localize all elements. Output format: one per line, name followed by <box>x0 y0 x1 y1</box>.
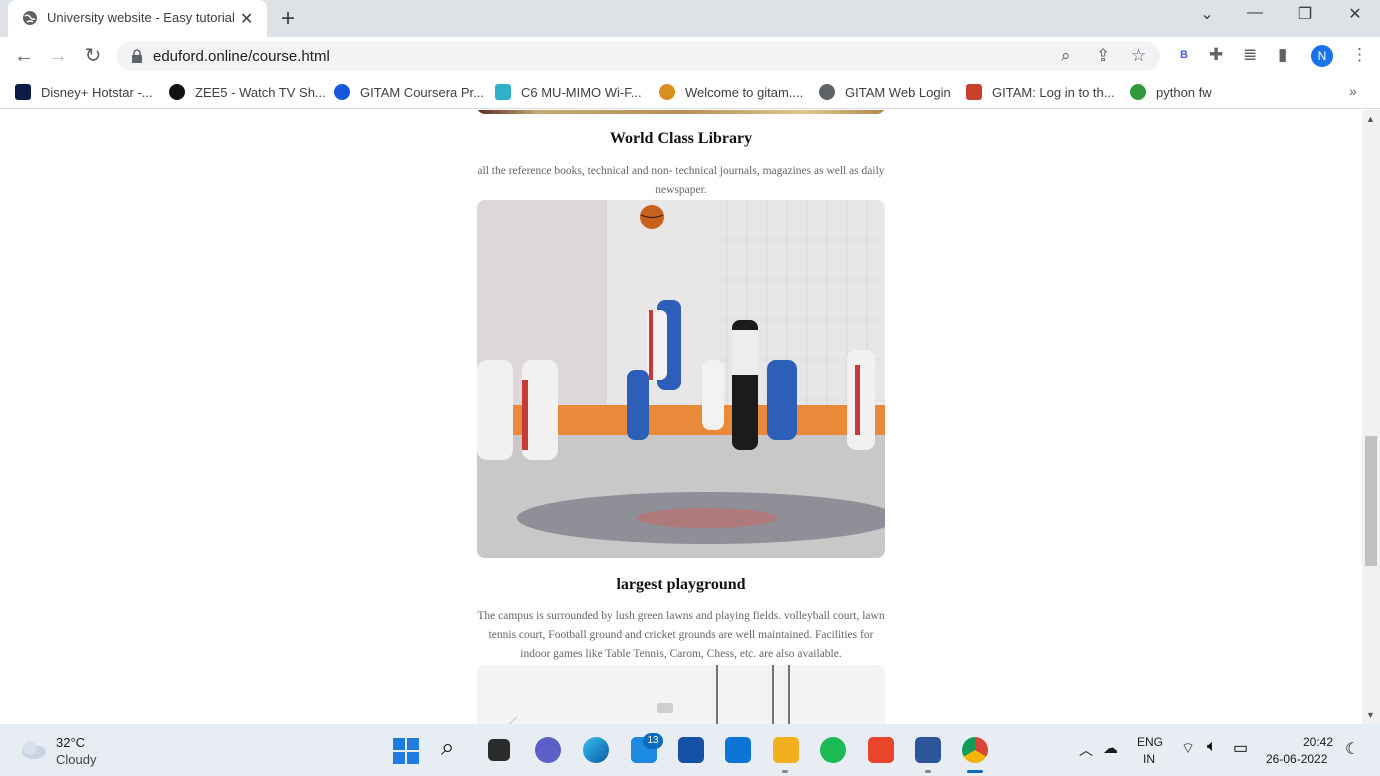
more-bookmarks-icon[interactable]: » <box>1349 83 1357 99</box>
hotstar-icon <box>15 84 31 100</box>
spiral-icon <box>1130 84 1146 100</box>
side-panel-icon[interactable]: ▮ <box>1278 45 1287 65</box>
browser-tab[interactable]: University website - Easy tutorial ✕ <box>8 0 267 37</box>
tab-strip: University website - Easy tutorial ✕ + ⌄… <box>0 0 1380 37</box>
library-image <box>477 110 885 114</box>
minimize-button[interactable]: — <box>1240 4 1270 22</box>
extension-b-icon[interactable]: B <box>1180 49 1188 61</box>
bookmark-label: Disney+ Hotstar -... <box>41 84 153 100</box>
url-text: eduford.online/course.html <box>153 48 330 65</box>
profile-avatar[interactable]: N <box>1311 45 1333 67</box>
globe-icon <box>23 11 37 25</box>
bookmark-gitam-coursera[interactable]: GITAM Coursera Pr... <box>334 82 484 102</box>
clock-date[interactable]: 26-06-2022 <box>1266 752 1327 766</box>
bookmark-c6-mumimo[interactable]: C6 MU-MIMO Wi-F... <box>495 82 642 102</box>
media-control-icon[interactable]: ≣ <box>1243 45 1257 65</box>
bookmark-gitam-web-login[interactable]: GITAM Web Login <box>819 82 951 102</box>
bookmark-label: GITAM: Log in to th... <box>992 84 1115 100</box>
bookmark-gitam-log-in[interactable]: GITAM: Log in to th... <box>966 82 1115 102</box>
coursera-icon <box>334 84 350 100</box>
close-window-button[interactable]: ✕ <box>1340 4 1370 24</box>
weather-condition: Cloudy <box>56 752 97 767</box>
tab-search-icon[interactable]: ⌄ <box>1192 4 1222 24</box>
onedrive-icon[interactable]: ☁ <box>1103 739 1118 757</box>
store-icon[interactable] <box>725 737 751 763</box>
search-icon[interactable]: ⌕ <box>441 734 454 762</box>
bookmark-label: GITAM Coursera Pr... <box>360 84 485 100</box>
globe-icon <box>819 84 835 100</box>
bookmarks-bar: Disney+ Hotstar -... ZEE5 - Watch TV Sh.… <box>0 75 1380 109</box>
volume-icon[interactable]: 🔈︎ <box>1207 738 1217 756</box>
scroll-down-icon[interactable]: ▼ <box>1366 710 1375 720</box>
new-tab-button[interactable]: + <box>281 5 295 33</box>
scroll-up-icon[interactable]: ▲ <box>1366 114 1375 124</box>
spotify-icon[interactable] <box>820 737 846 763</box>
page-viewport: World Class Library all the reference bo… <box>0 110 1362 724</box>
wifi-router-icon <box>495 84 511 100</box>
playground-title: largest playground <box>616 576 746 593</box>
zoom-icon[interactable]: ⌕ <box>1061 46 1071 66</box>
weather-temperature: 32°C <box>56 735 86 750</box>
language-top[interactable]: ENG <box>1137 735 1163 749</box>
reload-icon[interactable]: ↻ <box>81 45 105 67</box>
windows-start-icon[interactable] <box>393 738 419 764</box>
language-bottom[interactable]: IN <box>1143 752 1155 766</box>
indoor-room-scene <box>477 665 885 724</box>
browser-toolbar: ← → ↻ eduford.online/course.html ⌕ ⇪ ☆ B… <box>0 37 1380 75</box>
file-explorer-icon[interactable] <box>773 737 799 763</box>
task-view-icon[interactable] <box>488 739 510 761</box>
bookmark-hotstar[interactable]: Disney+ Hotstar -... <box>15 82 153 102</box>
office-icon[interactable] <box>868 737 894 763</box>
word-icon[interactable] <box>915 737 941 763</box>
edge-icon[interactable] <box>583 737 609 763</box>
back-icon[interactable]: ← <box>12 45 36 67</box>
bookmark-star-icon[interactable]: ☆ <box>1131 46 1146 66</box>
scroll-thumb[interactable] <box>1365 436 1377 566</box>
chevron-up-icon[interactable]: ︿ <box>1079 740 1093 760</box>
bookmark-label: python fw <box>1156 84 1212 100</box>
sun-icon <box>659 84 675 100</box>
bookmark-zee5[interactable]: ZEE5 - Watch TV Sh... <box>169 82 326 102</box>
library-description: all the reference books, technical and n… <box>477 165 885 196</box>
gitam-logo-icon <box>966 84 982 100</box>
basketball-scene <box>477 200 885 558</box>
address-bar[interactable]: eduford.online/course.html ⌕ ⇪ ☆ <box>116 41 1160 71</box>
running-app-indicator <box>782 770 788 773</box>
bookmark-label: Welcome to gitam.... <box>685 84 804 100</box>
windows-taskbar: 32°C Cloudy ⌕ 13 ︿ ☁ ENG IN ⌔ 🔈︎ ▭ 20:42… <box>0 724 1380 776</box>
clock-time[interactable]: 20:42 <box>1303 735 1333 749</box>
zee5-icon <box>169 84 185 100</box>
menu-dots-icon[interactable]: ⋮ <box>1351 45 1368 65</box>
tab-title: University website - Easy tutorial <box>47 10 235 25</box>
cloud-icon <box>22 741 46 759</box>
extensions-puzzle-icon[interactable]: ✚ <box>1209 45 1223 65</box>
basketball-photo <box>477 200 885 558</box>
chrome-icon[interactable] <box>962 737 988 763</box>
library-title: World Class Library <box>609 130 753 147</box>
teams-chat-icon[interactable] <box>535 737 561 763</box>
bookmark-python-fw[interactable]: python fw <box>1130 82 1212 102</box>
running-app-indicator <box>925 770 931 773</box>
close-tab-icon[interactable]: ✕ <box>240 9 253 29</box>
battery-icon[interactable]: ▭ <box>1233 738 1248 758</box>
wifi-icon[interactable]: ⌔ <box>1181 739 1195 758</box>
bookmark-label: GITAM Web Login <box>845 84 951 100</box>
lock-icon[interactable] <box>131 49 143 63</box>
playground-description: The campus is surrounded by lush green l… <box>477 610 885 660</box>
pen-app-icon[interactable] <box>678 737 704 763</box>
indoor-room-photo <box>477 665 885 724</box>
bookmark-label: C6 MU-MIMO Wi-F... <box>521 84 642 100</box>
restore-button[interactable]: ❐ <box>1290 4 1320 24</box>
focus-moon-icon[interactable]: ☾ <box>1345 739 1359 759</box>
bookmark-label: ZEE5 - Watch TV Sh... <box>195 84 326 100</box>
page-scrollbar[interactable]: ▲ ▼ <box>1362 110 1380 724</box>
share-icon[interactable]: ⇪ <box>1096 46 1110 66</box>
active-app-indicator <box>967 770 983 773</box>
mail-badge: 13 <box>643 733 663 749</box>
bookmark-welcome-gitam[interactable]: Welcome to gitam.... <box>659 82 803 102</box>
forward-icon[interactable]: → <box>46 45 70 67</box>
